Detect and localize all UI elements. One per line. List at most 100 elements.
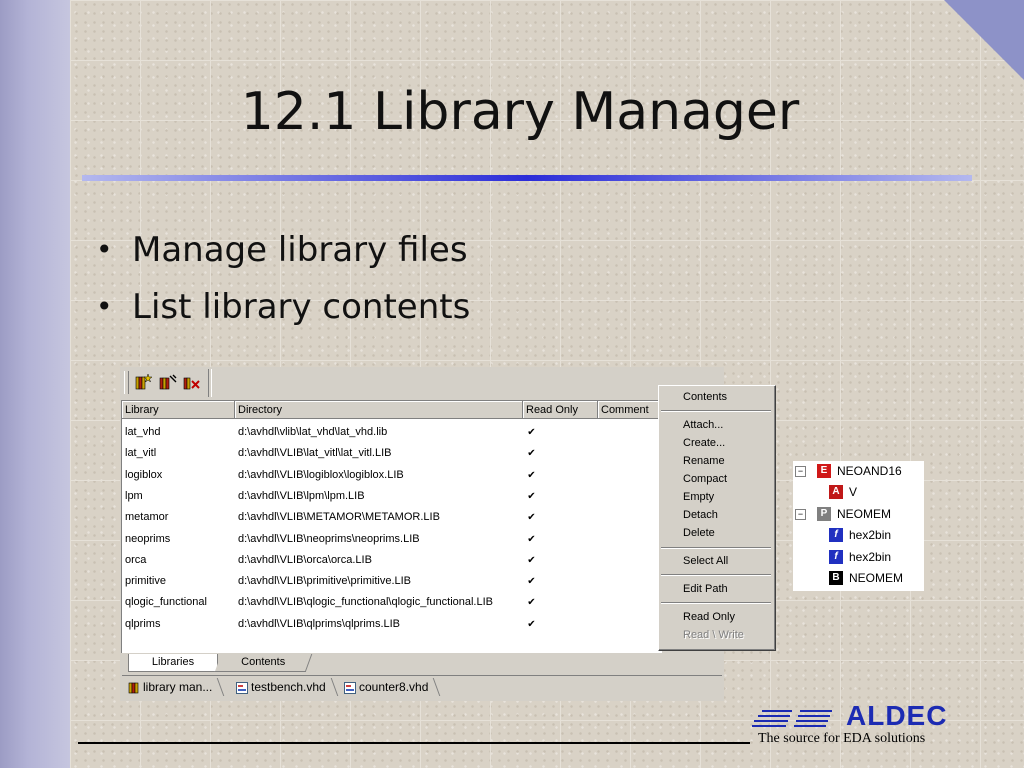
table-row[interactable]: logiblox d:\avhdl\VLIB\logiblox\logiblox.… <box>122 465 662 486</box>
library-name: lat_vitl <box>125 447 157 460</box>
doctab-testbench[interactable]: testbench.vhd <box>236 678 338 696</box>
menu-item-compact[interactable]: Compact <box>683 471 727 487</box>
library-directory: d:\avhdl\VLIB\orca\orca.LIB <box>238 553 372 566</box>
table-row[interactable]: lpm d:\avhdl\VLIB\lpm\lpm.LIB ✔ <box>122 486 662 507</box>
tab-contents[interactable]: Contents <box>214 654 313 672</box>
delete-library-icon[interactable] <box>182 373 202 391</box>
library-name: lat_vhd <box>125 426 161 438</box>
menu-item-read-write: Read \ Write <box>683 629 744 641</box>
read-only-checkbox[interactable]: ✔ <box>526 491 537 502</box>
doctab-library-manager[interactable]: library man... <box>128 678 225 696</box>
menu-item-delete[interactable]: Delete <box>683 525 715 541</box>
toolbar-grip[interactable] <box>124 371 129 394</box>
function-icon: f <box>829 550 843 564</box>
read-only-checkbox[interactable]: ✔ <box>526 576 537 587</box>
read-only-checkbox[interactable]: ✔ <box>526 555 537 566</box>
library-directory: d:\avhdl\vlib\lat_vhd\lat_vhd.lib <box>238 426 388 438</box>
logo-wordmark: ALDEC <box>846 700 948 731</box>
read-only-checkbox[interactable]: ✔ <box>526 534 537 545</box>
table-row[interactable]: lat_vitl d:\avhdl\VLIB\lat_vitl\lat_vitl.… <box>122 443 662 464</box>
read-only-checkbox[interactable]: ✔ <box>526 619 537 630</box>
column-header-directory[interactable]: Directory <box>235 401 523 419</box>
menu-item-read-only[interactable]: Read Only <box>683 609 735 625</box>
tree-item-package-body[interactable]: B NEOMEM <box>829 569 903 587</box>
entity-icon: E <box>817 464 831 478</box>
library-name: primitive <box>125 575 166 588</box>
new-library-icon[interactable] <box>134 373 154 391</box>
menu-separator <box>661 602 771 604</box>
bullet-item: • List library contents <box>96 287 471 327</box>
read-only-checkbox[interactable]: ✔ <box>526 427 537 438</box>
library-directory: d:\avhdl\VLIB\qlogic_functional\qlogic_f… <box>238 596 494 609</box>
tree-item-function[interactable]: f hex2bin <box>829 548 891 566</box>
title-rule <box>82 175 972 181</box>
architecture-icon: A <box>829 485 843 499</box>
collapse-icon[interactable]: − <box>795 466 806 477</box>
footer-rule <box>78 742 750 744</box>
read-only-checkbox[interactable]: ✔ <box>526 597 537 608</box>
library-name: orca <box>125 553 147 566</box>
attach-library-icon[interactable] <box>158 373 178 391</box>
bullet-dot-icon: • <box>96 233 113 266</box>
menu-item-detach[interactable]: Detach <box>683 507 718 523</box>
library-directory: d:\avhdl\VLIB\lat_vitl\lat_vitl.LIB <box>238 447 392 460</box>
vhdl-file-icon <box>236 681 248 694</box>
menu-item-create[interactable]: Create... <box>683 435 725 451</box>
table-row[interactable]: qlprims d:\avhdl\VLIB\qlprims\qlprims.LIB… <box>122 614 662 635</box>
menu-item-attach[interactable]: Attach... <box>683 417 723 433</box>
doctab-counter8[interactable]: counter8.vhd <box>344 678 441 696</box>
column-header-comment[interactable]: Comment <box>598 401 662 419</box>
column-header-read-only[interactable]: Read Only <box>523 401 598 419</box>
toolbar-separator <box>208 369 212 397</box>
table-row[interactable]: neoprims d:\avhdl\VLIB\neoprims\neoprims.… <box>122 529 662 550</box>
library-icon <box>128 681 140 694</box>
library-name: lpm <box>125 489 143 502</box>
library-table: Library Directory Read Only Comment lat_… <box>121 400 662 653</box>
menu-item-select-all[interactable]: Select All <box>683 553 728 569</box>
library-directory: d:\avhdl\VLIB\qlprims\qlprims.LIB <box>238 617 401 630</box>
read-only-checkbox[interactable]: ✔ <box>526 470 537 481</box>
collapse-icon[interactable]: − <box>795 509 806 520</box>
library-name: neoprims <box>125 532 171 545</box>
document-tabs: library man... testbench.vhd counter8.vh… <box>122 675 722 698</box>
table-row[interactable]: metamor d:\avhdl\VLIB\METAMOR\METAMOR.LIB… <box>122 507 662 528</box>
slide-title: 12.1 Library Manager <box>240 82 800 142</box>
library-directory: d:\avhdl\VLIB\METAMOR\METAMOR.LIB <box>238 511 440 524</box>
column-header-library[interactable]: Library <box>122 401 235 419</box>
vhdl-file-icon <box>344 681 356 694</box>
tree-item-package[interactable]: P NEOMEM <box>817 505 891 523</box>
package-body-icon: B <box>829 571 843 585</box>
menu-item-rename[interactable]: Rename <box>683 453 725 469</box>
tagline: The source for EDA solutions <box>758 731 926 746</box>
menu-separator <box>661 410 771 412</box>
bullet-dot-icon: • <box>96 290 113 323</box>
menu-item-empty[interactable]: Empty <box>683 489 714 505</box>
table-row[interactable]: primitive d:\avhdl\VLIB\primitive\primiti… <box>122 571 662 592</box>
panel-tabs: Libraries Contents <box>122 654 722 674</box>
package-icon: P <box>817 507 831 521</box>
library-name: metamor <box>125 511 169 524</box>
bullet-item: • Manage library files <box>96 230 468 270</box>
tree-item-function[interactable]: f hex2bin <box>829 526 891 544</box>
table-row[interactable]: qlogic_functional d:\avhdl\VLIB\qlogic_fu… <box>122 592 662 613</box>
library-directory: d:\avhdl\VLIB\logiblox\logiblox.LIB <box>238 468 404 481</box>
bullet-list: • Manage library files • List library cont… <box>96 230 470 344</box>
design-tree: − E NEOAND16 A V − P NEOMEM f hex2bin f … <box>793 461 924 591</box>
tree-item-architecture[interactable]: A V <box>829 483 857 501</box>
tab-libraries[interactable]: Libraries <box>128 654 218 672</box>
table-row[interactable]: lat_vhd d:\avhdl\vlib\lat_vhd\lat_vhd.lib… <box>122 422 662 443</box>
menu-item-edit-path[interactable]: Edit Path <box>683 581 728 597</box>
read-only-checkbox[interactable]: ✔ <box>526 512 537 523</box>
menu-item-contents[interactable]: Contents <box>683 389 727 405</box>
read-only-checkbox[interactable]: ✔ <box>526 448 537 459</box>
library-name: logiblox <box>125 468 163 481</box>
table-row[interactable]: orca d:\avhdl\VLIB\orca\orca.LIB ✔ <box>122 550 662 571</box>
toolbar <box>120 367 724 399</box>
corner-decor <box>944 0 1024 80</box>
tree-item-entity[interactable]: E NEOAND16 <box>817 462 902 480</box>
function-icon: f <box>829 528 843 542</box>
library-directory: d:\avhdl\VLIB\primitive\primitive.LIB <box>238 575 412 588</box>
context-menu: Contents Attach... Create... Rename Comp… <box>658 385 776 651</box>
menu-separator <box>661 547 771 549</box>
library-manager-window: Library Directory Read Only Comment lat_… <box>120 367 724 701</box>
